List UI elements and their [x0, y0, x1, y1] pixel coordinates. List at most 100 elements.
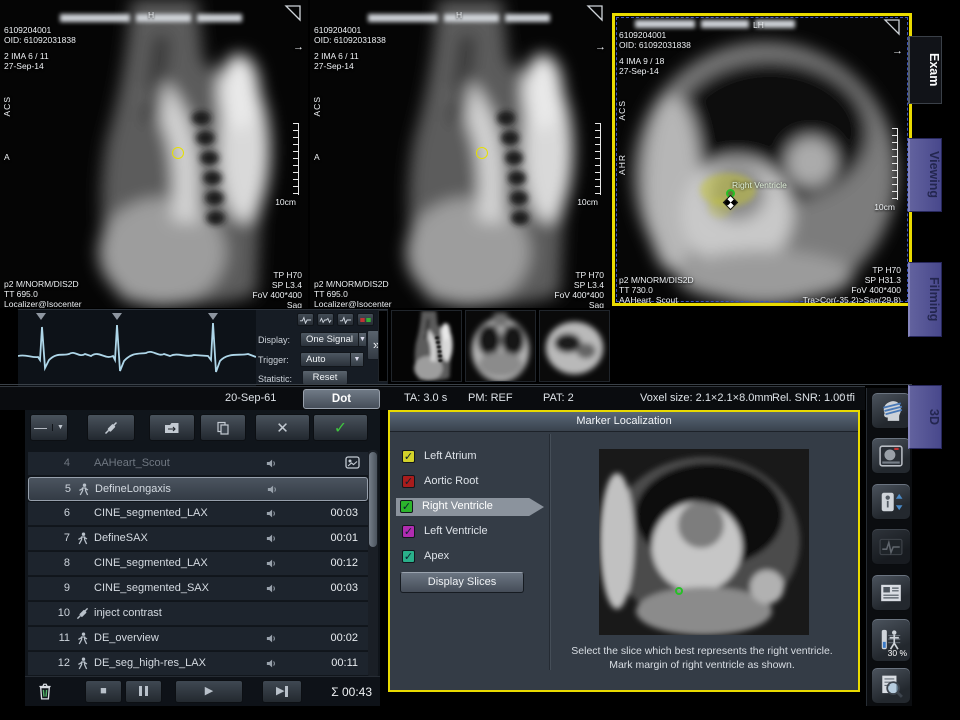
display-select[interactable]: One Signal ▼ — [300, 332, 364, 347]
protocol-row-12[interactable]: 12 DE_seg_high-res_LAX 00:11 — [28, 652, 368, 676]
copy-protocol-button[interactable] — [200, 414, 246, 441]
signal-mode-3-button[interactable] — [337, 313, 354, 326]
marker-localization-dialog: Marker Localization ✓ Left Atrium ✓ Aort… — [388, 410, 860, 692]
image-pos-2: SP L3.4 — [272, 280, 302, 290]
marker-apex[interactable]: ✓ Apex — [398, 548, 528, 566]
thumbnail-partial[interactable] — [378, 310, 388, 382]
study-date: 27-Sep-14 — [314, 61, 354, 71]
scroll-arrow-icon[interactable]: → — [293, 42, 304, 52]
study-id: 6109204001 — [314, 25, 361, 35]
orientation-top-label: H — [148, 10, 154, 20]
trigger-marker-icon — [208, 313, 218, 320]
instruction-line-1: Select the slice which best represents t… — [550, 645, 854, 657]
step-name: CINE_segmented_LAX — [94, 557, 208, 569]
folded-corner-icon[interactable] — [284, 4, 302, 22]
folded-corner-icon[interactable] — [586, 4, 604, 22]
tab-3d[interactable]: 3D — [908, 385, 942, 449]
image-inspector-button[interactable] — [871, 667, 911, 704]
step-number: 9 — [36, 582, 70, 594]
sar-monitor-button[interactable]: 30 % — [871, 618, 911, 662]
image-params-1: p2 M/NORM/DIS2D — [4, 279, 79, 289]
image-params-2: TT 730.0 — [619, 285, 653, 295]
checkbox-right-ventricle[interactable]: ✓ — [400, 500, 413, 513]
display-slices-button[interactable]: Display Slices — [400, 572, 524, 593]
cancel-button[interactable]: ✕ — [255, 414, 310, 441]
contrast-button[interactable] — [87, 414, 135, 441]
protocol-row-10[interactable]: 10 inject contrast — [28, 602, 368, 626]
image-params-1: p2 M/NORM/DIS2D — [619, 275, 694, 285]
trigger-select[interactable]: Auto ▼ — [300, 352, 364, 367]
image-params-3: Localizer@Isocenter — [314, 299, 392, 308]
checkbox-apex[interactable]: ✓ — [402, 550, 415, 563]
marker-left-ventricle[interactable]: ✓ Left Ventricle — [398, 523, 528, 541]
image-number: 4 IMA 9 / 18 — [619, 56, 664, 66]
open-protocol-button[interactable] — [149, 414, 195, 441]
protocol-row-9[interactable]: 9 CINE_segmented_SAX 00:03 — [28, 577, 368, 601]
thumbnail-sagittal[interactable] — [391, 310, 462, 382]
marker-label: Left Atrium — [424, 450, 477, 462]
pm-value: PM: REF — [468, 392, 513, 404]
scroll-arrow-icon[interactable]: → — [892, 46, 903, 56]
protocol-row-8[interactable]: 8 CINE_segmented_LAX 00:12 — [28, 552, 368, 576]
marker-left-atrium[interactable]: ✓ Left Atrium — [398, 448, 528, 466]
slice-position-button[interactable] — [871, 392, 911, 429]
scrollbar-thumb[interactable] — [369, 452, 377, 547]
thumbnail-axial[interactable] — [539, 310, 610, 382]
tab-filming[interactable]: Filming — [908, 262, 942, 337]
step-duration: 00:03 — [330, 582, 358, 594]
checkbox-left-atrium[interactable]: ✓ — [402, 450, 415, 463]
trigger-marker-icon — [112, 313, 122, 320]
inline-display-button[interactable] — [871, 437, 911, 474]
thumbnail-coronal[interactable] — [465, 310, 536, 382]
signal-mode-1-button[interactable] — [297, 313, 314, 326]
display-select-value: One Signal — [301, 333, 358, 346]
mri-sagittal-image — [0, 0, 308, 308]
person-icon — [76, 657, 90, 671]
apply-button[interactable]: ✓ — [313, 414, 368, 441]
stop-button[interactable]: ■ — [85, 680, 122, 703]
image-pos-4: Sag — [589, 300, 604, 308]
queue-options-button[interactable]: — ▼ — [30, 414, 68, 441]
scale-ruler — [892, 128, 898, 200]
tab-exam[interactable]: Exam — [908, 36, 942, 104]
step-number: 10 — [36, 607, 70, 619]
chevron-down-icon[interactable]: ▼ — [350, 353, 363, 366]
patient-reposition-button[interactable] — [871, 483, 911, 520]
checkbox-aortic-root[interactable]: ✓ — [402, 475, 415, 488]
folded-corner-icon[interactable] — [883, 18, 901, 36]
protocol-row-6[interactable]: 6 CINE_segmented_LAX 00:03 — [28, 502, 368, 526]
chevron-down-icon[interactable]: ▼ — [358, 333, 366, 346]
orientation-left-label: ACS — [617, 100, 627, 120]
checkbox-left-ventricle[interactable]: ✓ — [402, 525, 415, 538]
exam-report-button[interactable] — [871, 574, 911, 611]
skip-to-end-button[interactable]: ▶ — [262, 680, 302, 703]
signal-leds-button[interactable] — [357, 313, 374, 326]
step-duration: 00:03 — [330, 507, 358, 519]
step-duration: 00:11 — [331, 657, 358, 669]
protocol-scrollbar[interactable] — [368, 450, 378, 678]
viewport-1[interactable]: 6109204001 OID: 61092031838 2 IMA 6 / 11… — [0, 0, 308, 308]
viewport-3-selected[interactable]: 6109204001 OID: 61092031838 4 IMA 9 / 18… — [612, 13, 912, 306]
image-pos-1: TP H70 — [872, 265, 901, 275]
dot-button[interactable]: Dot — [303, 389, 380, 409]
reset-button[interactable]: Reset — [302, 370, 348, 385]
study-id: 6109204001 — [4, 25, 51, 35]
marker-aortic-root[interactable]: ✓ Aortic Root — [398, 473, 528, 491]
protocol-row-4[interactable]: 4 AAHeart_Scout — [28, 452, 368, 476]
protocol-row-7[interactable]: 7 DefineSAX 00:01 — [28, 527, 368, 551]
example-slice-image[interactable] — [599, 449, 809, 635]
physio-panel: Display: One Signal ▼ Trigger: Auto ▼ St… — [18, 309, 388, 385]
protocol-row-11[interactable]: 11 DE_overview 00:02 — [28, 627, 368, 651]
pause-button[interactable] — [125, 680, 162, 703]
viewport-2[interactable]: 6109204001 OID: 61092031838 2 IMA 6 / 11… — [310, 0, 610, 308]
marker-right-ventricle-selected[interactable]: ✓ Right Ventricle — [396, 498, 544, 516]
study-oid: OID: 61092031838 — [4, 35, 76, 45]
protocol-row-5-selected[interactable]: 5 DefineLongaxis — [28, 477, 368, 501]
play-button[interactable]: ▶ — [175, 680, 243, 703]
step-number: 6 — [36, 507, 70, 519]
physio-signal-button[interactable] — [871, 528, 911, 565]
signal-mode-2-button[interactable] — [317, 313, 334, 326]
tab-viewing[interactable]: Viewing — [908, 138, 942, 212]
scroll-arrow-icon[interactable]: → — [595, 42, 606, 52]
trash-icon[interactable] — [37, 682, 53, 700]
